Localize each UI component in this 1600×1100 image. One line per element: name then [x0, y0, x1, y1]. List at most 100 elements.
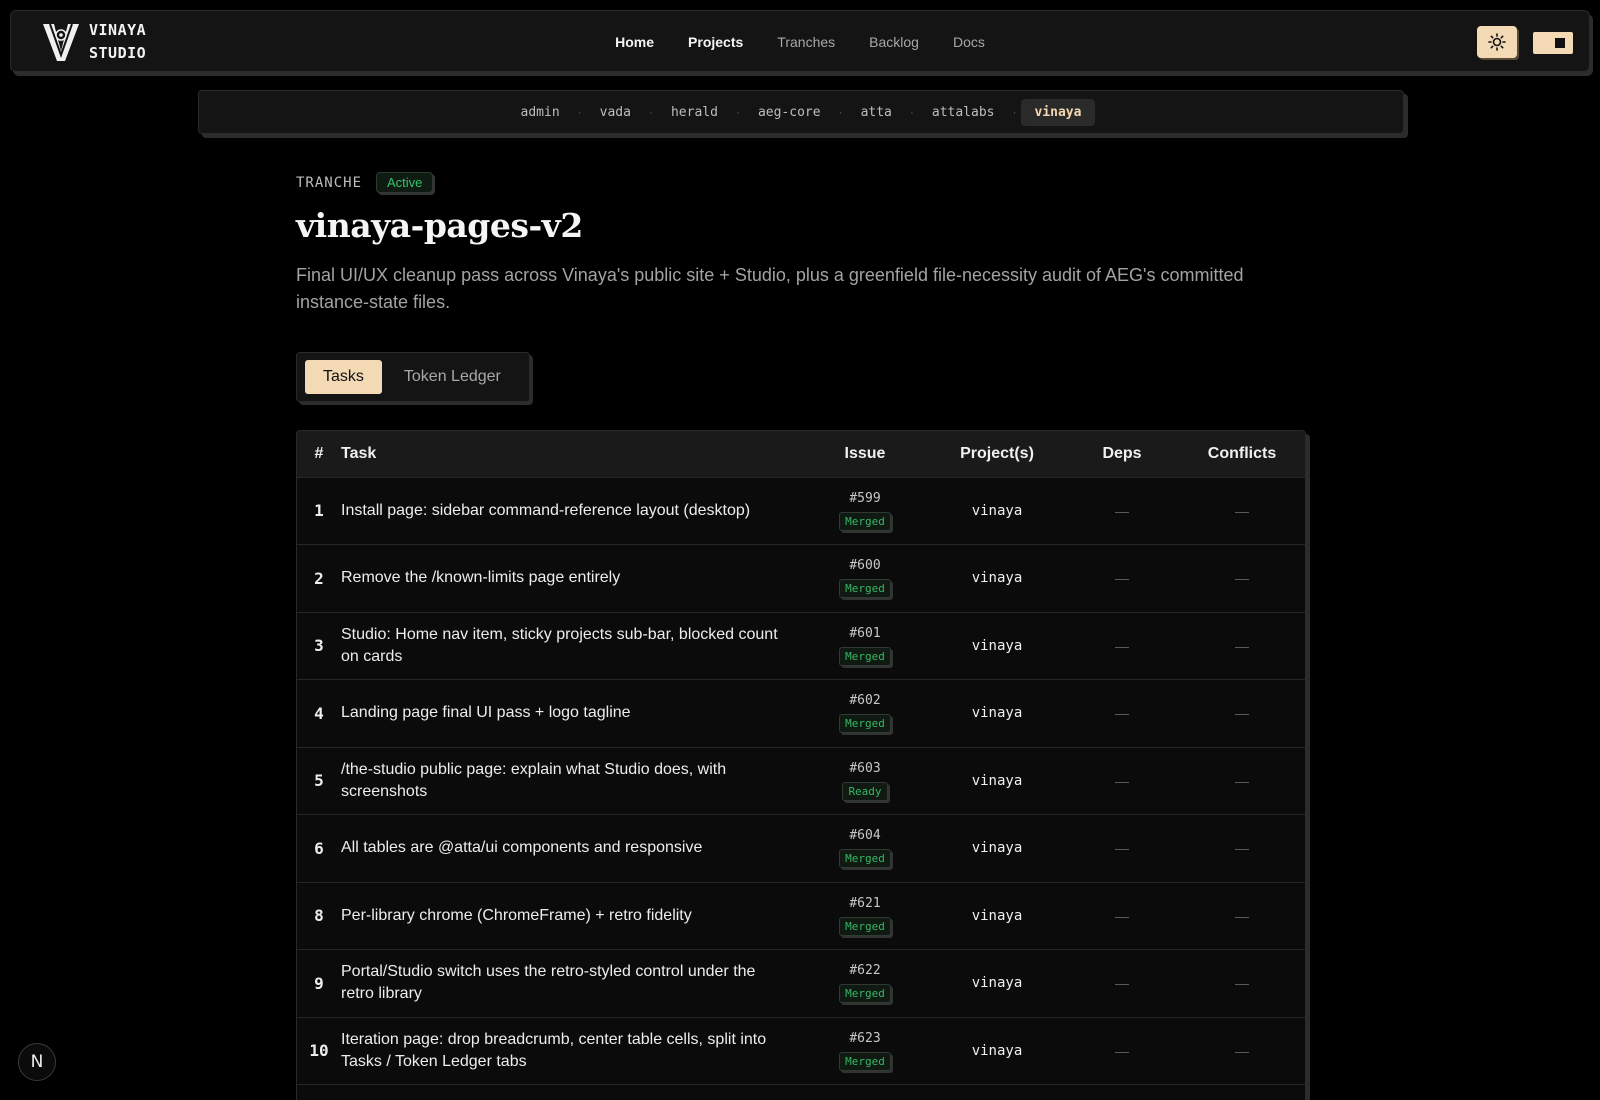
nav-item-tranches[interactable]: Tranches	[760, 34, 852, 50]
task-number: 9	[314, 973, 324, 993]
task-number: 8	[314, 906, 324, 926]
issue-link[interactable]: #621	[803, 896, 927, 911]
table-row[interactable]: 1 Install page: sidebar command-reference…	[297, 477, 1305, 545]
tranche-description: Final UI/UX cleanup pass across Vinaya's…	[296, 265, 1244, 312]
table-row[interactable]: 9 Portal/Studio switch uses the retro-sty…	[297, 949, 1305, 1018]
issue-link[interactable]: #604	[803, 828, 927, 843]
issue-status-badge: Merged	[839, 1051, 891, 1071]
project-link-atta[interactable]: atta	[847, 99, 906, 126]
conflicts-value: —	[1235, 637, 1249, 654]
separator: ·	[648, 105, 653, 119]
project-link-aeg-core[interactable]: aeg-core	[744, 99, 835, 126]
nav-item-docs[interactable]: Docs	[936, 34, 1002, 50]
issue-status-badge: Merged	[839, 579, 891, 599]
task-title[interactable]	[341, 1085, 803, 1100]
project-name: vinaya	[971, 772, 1023, 789]
column-header-projects: Project(s)	[960, 444, 1034, 462]
issue-status-badge: Merged	[839, 984, 891, 1004]
conflicts-value: —	[1235, 907, 1249, 924]
task-title[interactable]: Iteration page: drop breadcrumb, center …	[341, 1017, 803, 1085]
column-header-deps: Deps	[1102, 444, 1142, 462]
issue-cell: #604 Merged	[803, 815, 927, 883]
issue-link[interactable]: #602	[803, 693, 927, 708]
task-title[interactable]: Landing page final UI pass + logo taglin…	[341, 680, 803, 748]
deps-value: —	[1115, 772, 1129, 789]
task-number: 5	[314, 771, 324, 791]
nav-item-backlog[interactable]: Backlog	[852, 34, 936, 50]
task-number: 2	[314, 568, 324, 588]
deps-value: —	[1115, 1042, 1129, 1059]
issue-cell: #602 Merged	[803, 680, 927, 748]
switch-knob	[1555, 38, 1565, 48]
project-name: vinaya	[971, 907, 1023, 924]
issue-link[interactable]: #622	[803, 963, 927, 978]
issue-link[interactable]: #603	[803, 761, 927, 776]
conflicts-value: —	[1235, 705, 1249, 722]
column-header-task: Task	[341, 444, 377, 462]
task-number: 6	[314, 838, 324, 858]
project-link-vinaya[interactable]: vinaya	[1020, 98, 1096, 126]
nav-item-projects[interactable]: Projects	[671, 34, 760, 50]
project-name: vinaya	[971, 637, 1023, 654]
project-name: vinaya	[971, 1042, 1023, 1059]
issue-link[interactable]: #599	[803, 491, 927, 506]
table-row[interactable]: 5/the-studio public page: explain what S…	[297, 747, 1305, 815]
table-row[interactable]: #624	[297, 1084, 1305, 1100]
table-row[interactable]: 2 Remove the /known-limits page entirely #…	[297, 544, 1305, 613]
tab-bar: Tasks Token Ledger	[296, 352, 530, 402]
issue-link[interactable]: #601	[803, 626, 927, 641]
issue-status-badge: Merged	[839, 849, 891, 869]
status-badge: Active	[376, 172, 434, 193]
task-title[interactable]: Per-library chrome (ChromeFrame) + retro…	[341, 882, 803, 950]
table-body: 1 Install page: sidebar command-reference…	[297, 477, 1305, 1100]
deps-value: —	[1115, 570, 1129, 587]
deps-value: —	[1115, 907, 1129, 924]
table-row[interactable]: 8 Per-library chrome (ChromeFrame) + retr…	[297, 882, 1305, 950]
separator: ·	[577, 105, 582, 119]
project-link-admin[interactable]: admin	[507, 99, 574, 126]
deps-value: —	[1115, 637, 1129, 654]
portal-studio-switch[interactable]	[1533, 32, 1573, 54]
task-title[interactable]: Install page: sidebar command-reference …	[341, 477, 803, 545]
project-name: vinaya	[971, 570, 1023, 587]
issue-status-badge: Merged	[839, 646, 891, 666]
conflicts-value: —	[1235, 1042, 1249, 1059]
brand[interactable]: VINAYA STUDIO	[41, 19, 146, 65]
issue-status-badge: Merged	[839, 916, 891, 936]
project-name: vinaya	[971, 705, 1023, 722]
issue-cell: #601 Merged	[803, 612, 927, 680]
tab-token-ledger[interactable]: Token Ledger	[386, 360, 519, 394]
vinaya-logo-icon	[43, 23, 79, 61]
issue-link[interactable]: #623	[803, 1031, 927, 1046]
deps-value: —	[1115, 975, 1129, 992]
task-title[interactable]: Remove the /known-limits page entirely	[341, 545, 803, 613]
table-row[interactable]: 10 Iteration page: drop breadcrumb, cente…	[297, 1017, 1305, 1085]
conflicts-value: —	[1235, 502, 1249, 519]
conflicts-value: —	[1235, 772, 1249, 789]
task-title[interactable]: Portal/Studio switch uses the retro-styl…	[341, 950, 803, 1018]
table-row[interactable]: 4 Landing page final UI pass + logo tagli…	[297, 679, 1305, 748]
project-name: vinaya	[971, 840, 1023, 857]
task-number: 4	[314, 703, 324, 723]
project-link-attalabs[interactable]: attalabs	[918, 99, 1009, 126]
issue-status-badge: Ready	[842, 781, 888, 801]
issue-status-badge: Merged	[839, 511, 891, 531]
conflicts-value: —	[1235, 840, 1249, 857]
table-row[interactable]: 6 All tables are @atta/ui components and …	[297, 814, 1305, 883]
project-name: vinaya	[971, 975, 1023, 992]
top-navbar: VINAYA STUDIO Home Projects Tranches Bac…	[10, 10, 1590, 72]
deps-value: —	[1115, 705, 1129, 722]
nav-item-home[interactable]: Home	[598, 34, 671, 50]
project-link-herald[interactable]: herald	[657, 99, 732, 126]
issue-link[interactable]: #600	[803, 558, 927, 573]
table-row[interactable]: 3 Studio: Home nav item, sticky projects …	[297, 612, 1305, 680]
task-title[interactable]: Studio: Home nav item, sticky projects s…	[341, 612, 803, 680]
task-title[interactable]: /the-studio public page: explain what St…	[341, 747, 803, 815]
tab-tasks[interactable]: Tasks	[305, 360, 382, 394]
theme-toggle-button[interactable]	[1477, 26, 1517, 58]
project-link-vada[interactable]: vada	[586, 99, 645, 126]
task-title[interactable]: All tables are @atta/ui components and r…	[341, 815, 803, 883]
dev-tools-button[interactable]: N	[18, 1043, 56, 1081]
project-name	[927, 1085, 1067, 1100]
project-name: vinaya	[971, 502, 1023, 519]
